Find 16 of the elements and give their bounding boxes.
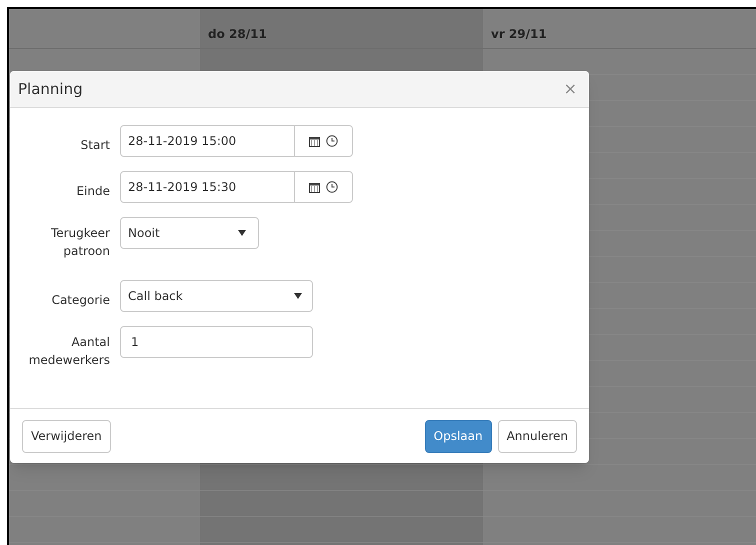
field-label: Aantal medewerkers <box>28 334 110 369</box>
dropdown[interactable]: Call back <box>120 280 313 312</box>
dropdown[interactable]: Nooit <box>120 217 259 249</box>
input-field[interactable]: 1 <box>120 326 313 358</box>
field-label: Categorie <box>52 292 110 309</box>
delete-button[interactable]: Verwijderen <box>22 420 111 452</box>
caret-icon <box>294 293 302 299</box>
caret-icon <box>238 230 246 236</box>
day-header: do 28/11 <box>208 27 267 41</box>
dialog-title: Planning <box>18 78 83 100</box>
save-button[interactable]: Opslaan <box>424 420 492 452</box>
field-label: Einde <box>76 183 110 200</box>
field-label: Terugkeer patroon <box>50 225 110 260</box>
cancel-button[interactable]: Annuleren <box>498 420 577 452</box>
day-header: vr 29/11 <box>491 27 547 41</box>
field-label: Start <box>80 137 110 154</box>
